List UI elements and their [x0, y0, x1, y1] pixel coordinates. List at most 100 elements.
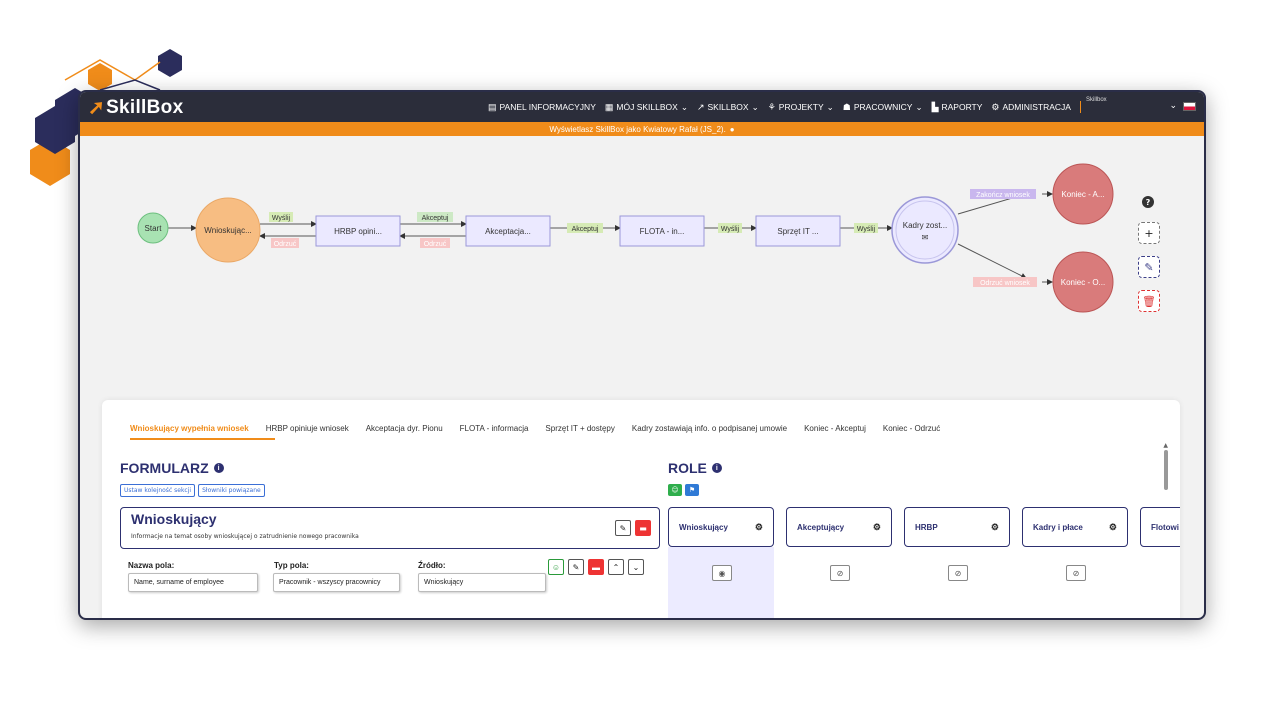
- node-koniec-akceptuj[interactable]: Koniec - A...: [1052, 163, 1114, 225]
- eye-off-icon[interactable]: ⊘: [1066, 565, 1086, 581]
- role-card[interactable]: HRBP ⚙: [904, 507, 1010, 547]
- nav-label: PRACOWNICY: [853, 102, 913, 112]
- nav-icon: ☗: [842, 101, 851, 112]
- edge-label-wyslij1[interactable]: Wyślij: [269, 212, 293, 222]
- edge-label-akceptuj2[interactable]: Akceptuj: [567, 223, 603, 233]
- svg-text:Odrzuć wniosek: Odrzuć wniosek: [980, 280, 1030, 287]
- edit-field-icon[interactable]: ✎: [568, 559, 584, 575]
- chevron-down-icon: ⌄: [915, 101, 923, 112]
- role-settings-icon[interactable]: ⚑: [685, 484, 699, 496]
- svg-text:Wyślij: Wyślij: [721, 226, 740, 233]
- role-card[interactable]: Akceptujący ⚙: [786, 507, 892, 547]
- eye-off-icon[interactable]: ⊘: [948, 565, 968, 581]
- add-node-button[interactable]: +: [1138, 222, 1160, 244]
- nav-item-1[interactable]: ▦ MÓJ SKILLBOX ⌄: [605, 102, 688, 113]
- nav-icon: ⚘: [767, 101, 776, 112]
- related-dictionaries-button[interactable]: Słowniki powiązane: [198, 484, 265, 497]
- eye-icon[interactable]: ◉: [712, 565, 732, 581]
- user-chevron-icon[interactable]: ⌄: [1169, 101, 1177, 111]
- node-flota[interactable]: FLOTA - in...: [619, 215, 705, 247]
- tab-4[interactable]: Sprzęt IT + dostępy: [545, 424, 614, 433]
- edge-label-wyslij2[interactable]: Wyślij: [718, 223, 742, 233]
- order-sections-button[interactable]: Ustaw kolejność sekcji: [120, 484, 196, 497]
- language-flag-icon[interactable]: [1183, 101, 1196, 111]
- tab-5[interactable]: Kadry zostawiają info. o podpisanej umow…: [632, 424, 787, 433]
- tab-6[interactable]: Koniec - Akceptuj: [804, 424, 866, 433]
- edit-node-button[interactable]: ✎: [1138, 256, 1160, 278]
- section-tools: ✎ ▬: [615, 520, 651, 536]
- edge-label-akceptuj1[interactable]: Akceptuj: [417, 212, 453, 222]
- logo-text: SkillBox: [106, 96, 184, 118]
- role-card[interactable]: Wnioskujący ⚙: [668, 507, 774, 547]
- form-info-icon[interactable]: i: [213, 463, 224, 473]
- gear-icon[interactable]: ⚙: [991, 522, 999, 533]
- field-name-input[interactable]: Name, surname of employee: [128, 573, 258, 592]
- node-koniec-odrzuc[interactable]: Koniec - O...: [1052, 251, 1114, 313]
- node-start-label: Start: [145, 224, 163, 233]
- add-user-icon[interactable]: ☺: [548, 559, 564, 575]
- node-start[interactable]: Start: [137, 212, 169, 244]
- nav-item-4[interactable]: ☗ PRACOWNICY ⌄: [843, 102, 923, 113]
- delete-field-icon[interactable]: ▬: [588, 559, 604, 575]
- nav-item-0[interactable]: ▤ PANEL INFORMACYJNY: [488, 102, 596, 113]
- nav-item-3[interactable]: ⚘ PROJEKTY ⌄: [768, 102, 834, 113]
- tab-1[interactable]: HRBP opiniuje wniosek: [266, 424, 349, 433]
- banner-close-icon[interactable]: ●: [730, 125, 735, 134]
- top-navbar: ➚ SkillBox ▤ PANEL INFORMACYJNY ▦ MÓJ SKILL…: [80, 92, 1204, 122]
- scroll-up-icon[interactable]: ▲: [1163, 442, 1168, 449]
- move-down-icon[interactable]: ⌄: [628, 559, 644, 575]
- svg-text:Odrzuć: Odrzuć: [274, 241, 297, 248]
- node-hrbp[interactable]: HRBP opini...: [315, 215, 401, 247]
- help-icon[interactable]: ?: [1142, 196, 1154, 208]
- role-card[interactable]: Flotowi: [1140, 507, 1180, 547]
- nav-item-6[interactable]: ⚙ ADMINISTRACJA: [991, 102, 1071, 113]
- node-hrbp-label: HRBP opini...: [334, 227, 382, 236]
- nav-icon: ▙: [931, 101, 939, 112]
- gear-icon[interactable]: ⚙: [1109, 522, 1117, 533]
- section-card: Wnioskujący Informacje na temat osoby wn…: [120, 507, 660, 549]
- app-window: ➚ SkillBox ▤ PANEL INFORMACYJNY ▦ MÓJ SKILL…: [78, 90, 1206, 620]
- step-tabs: Wnioskujący wypełnia wniosek HRBP opiniuj…: [130, 424, 940, 433]
- field-source-select[interactable]: Wnioskujący: [418, 573, 546, 592]
- nav-label: PANEL INFORMACYJNY: [499, 102, 596, 112]
- nav-item-5[interactable]: ▙ RAPORTY: [932, 102, 983, 113]
- skillbox-logo[interactable]: ➚ SkillBox: [88, 95, 183, 120]
- role-column: ⊘: [1022, 547, 1128, 618]
- tab-3[interactable]: FLOTA - informacja: [460, 424, 529, 433]
- node-wnioskujacy[interactable]: Wnioskując...: [195, 197, 261, 263]
- workflow-canvas[interactable]: Start Wnioskując... HRBP opini... Akcept…: [80, 136, 1204, 396]
- edge-label-zakoncz[interactable]: Zakończ wniosek: [970, 189, 1036, 199]
- move-up-icon[interactable]: ⌃: [608, 559, 624, 575]
- tab-2[interactable]: Akceptacja dyr. Pionu: [366, 424, 443, 433]
- node-akceptacja[interactable]: Akceptacja...: [465, 215, 551, 247]
- edge-label-odrzuc1[interactable]: Odrzuć: [271, 238, 299, 248]
- form-buttons: Ustaw kolejność sekcji Słowniki powiązan…: [120, 484, 265, 497]
- tab-7[interactable]: Koniec - Odrzuć: [883, 424, 940, 433]
- svg-text:Wyślij: Wyślij: [272, 215, 291, 222]
- node-sprzet[interactable]: Sprzęt IT ...: [755, 215, 841, 247]
- active-tab-underline: [130, 438, 275, 440]
- gear-icon[interactable]: ⚙: [873, 522, 881, 533]
- edge-label-wyslij3[interactable]: Wyślij: [854, 223, 878, 233]
- delete-section-icon[interactable]: ▬: [635, 520, 651, 536]
- user-name[interactable]: Skillbox: [1086, 97, 1107, 103]
- eye-off-icon[interactable]: ⊘: [830, 565, 850, 581]
- add-role-icon[interactable]: ☺: [668, 484, 682, 496]
- gear-icon[interactable]: ⚙: [755, 522, 763, 533]
- edge-label-odrzuc2[interactable]: Odrzuć: [420, 238, 450, 248]
- edge-label-odrzuc-wniosek[interactable]: Odrzuć wniosek: [973, 277, 1037, 287]
- edit-section-icon[interactable]: ✎: [615, 520, 631, 536]
- scrollbar[interactable]: [1164, 450, 1168, 490]
- nav-separator: [1079, 101, 1081, 113]
- delete-node-button[interactable]: 🗑: [1138, 290, 1160, 312]
- chevron-down-icon: ⌄: [826, 101, 834, 112]
- roles-info-icon[interactable]: i: [711, 463, 722, 473]
- role-card[interactable]: Kadry i płace ⚙: [1022, 507, 1128, 547]
- nav-label: RAPORTY: [941, 102, 983, 112]
- tab-0[interactable]: Wnioskujący wypełnia wniosek: [130, 424, 249, 433]
- field-type-select[interactable]: Pracownik - wszyscy pracownicy: [273, 573, 400, 592]
- nav-right: ⌄: [1169, 101, 1196, 111]
- node-flota-label: FLOTA - in...: [640, 227, 685, 236]
- node-kadry[interactable]: Kadry zost... ✉: [891, 196, 959, 264]
- nav-item-2[interactable]: ↗ SKILLBOX ⌄: [697, 102, 759, 113]
